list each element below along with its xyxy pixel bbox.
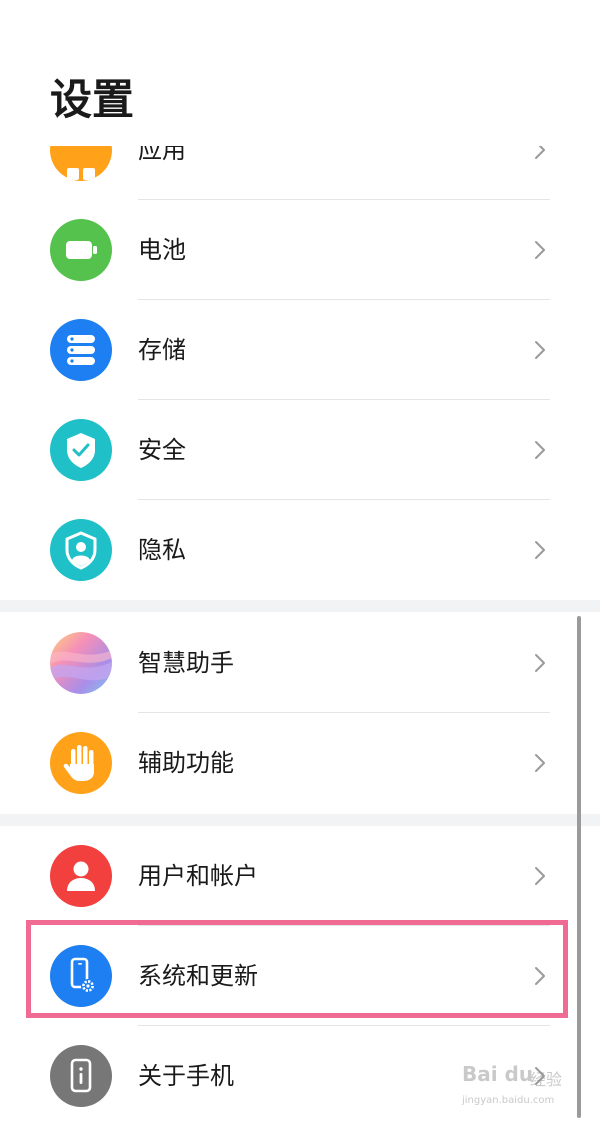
settings-item-label: 智慧助手 (138, 649, 234, 677)
group-separator (0, 814, 600, 826)
chevron-right-icon (535, 341, 545, 359)
smart-assistant-icon (50, 632, 112, 694)
battery-icon (50, 219, 112, 281)
settings-group-2: 智慧助手 辅助功能 (0, 612, 600, 814)
settings-item-users-accounts[interactable]: 用户和帐户 (0, 826, 600, 926)
shield-check-icon (50, 419, 112, 481)
settings-item-battery[interactable]: 电池 (0, 200, 600, 300)
watermark-brand: 经验 (530, 1070, 563, 1089)
settings-item-label: 隐私 (138, 536, 186, 564)
settings-item-label: 安全 (138, 436, 186, 464)
settings-item-accessibility[interactable]: 辅助功能 (0, 713, 600, 813)
chevron-right-icon (535, 441, 545, 459)
watermark-logo: Bai du (462, 1062, 534, 1086)
settings-item-label: 辅助功能 (138, 749, 234, 777)
settings-item-privacy[interactable]: 隐私 (0, 500, 600, 600)
hand-icon (50, 732, 112, 794)
page-title: 设置 (50, 75, 135, 124)
storage-icon (50, 319, 112, 381)
settings-item-storage[interactable]: 存储 (0, 300, 600, 400)
settings-item-label: 电池 (138, 236, 186, 264)
settings-group-1: 应用 电池 存储 安全 隐私 (0, 100, 600, 600)
watermark-domain: jingyan.baidu.com (462, 1095, 555, 1106)
settings-item-security[interactable]: 安全 (0, 400, 600, 500)
header: 设置 (0, 0, 600, 146)
privacy-shield-icon (50, 519, 112, 581)
settings-item-smart-assistant[interactable]: 智慧助手 (0, 613, 600, 713)
chevron-right-icon (535, 654, 545, 672)
chevron-right-icon (535, 541, 545, 559)
settings-item-label: 关于手机 (138, 1062, 234, 1090)
settings-item-label: 存储 (138, 336, 186, 364)
chevron-right-icon (535, 867, 545, 885)
settings-item-label: 用户和帐户 (138, 862, 258, 890)
highlight-box (26, 920, 568, 1018)
phone-info-icon (50, 1045, 112, 1107)
group-separator (0, 600, 600, 612)
chevron-right-icon (535, 241, 545, 259)
user-icon (50, 845, 112, 907)
watermark: Bai du 经验 jingyan.baidu.com (462, 1040, 582, 1115)
chevron-right-icon (535, 754, 545, 772)
